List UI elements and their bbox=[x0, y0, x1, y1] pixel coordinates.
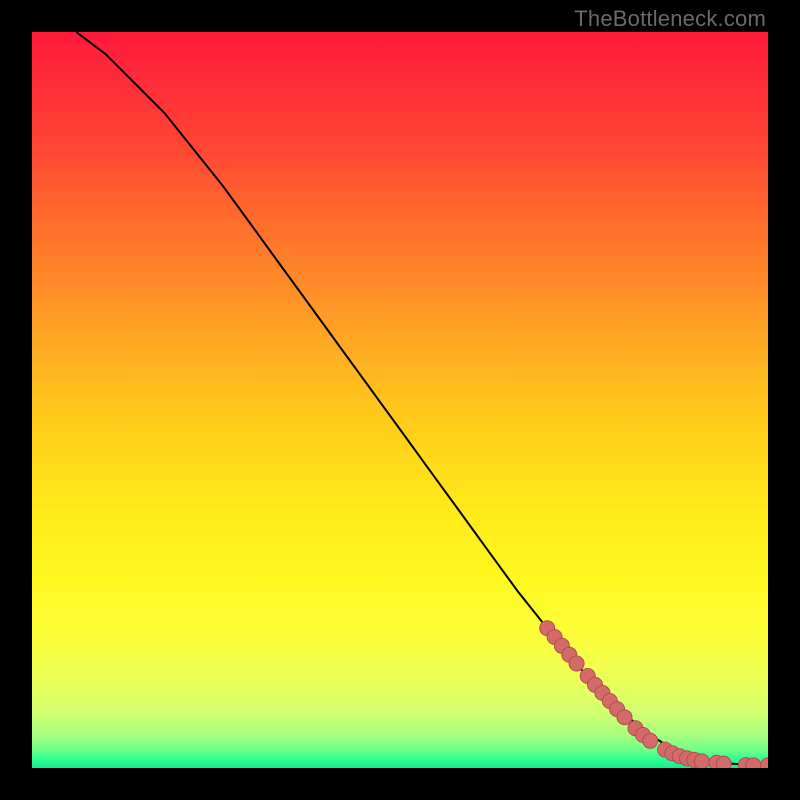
gradient-background bbox=[32, 32, 768, 768]
chart-svg bbox=[32, 32, 768, 768]
data-marker bbox=[617, 710, 632, 725]
chart-frame bbox=[32, 32, 768, 768]
data-marker bbox=[746, 758, 761, 768]
data-marker bbox=[716, 756, 731, 768]
data-marker bbox=[569, 656, 584, 671]
watermark-text: TheBottleneck.com bbox=[574, 6, 766, 32]
data-marker bbox=[694, 754, 709, 768]
data-marker bbox=[643, 733, 658, 748]
